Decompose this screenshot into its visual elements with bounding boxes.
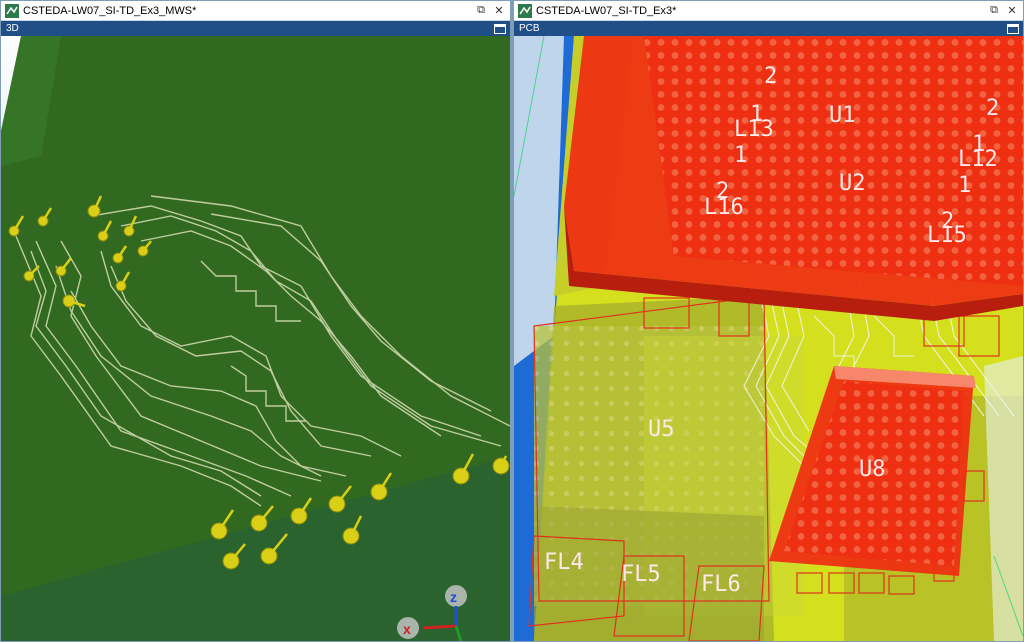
restore-icon[interactable]: ⧉ [987,4,1001,18]
close-icon[interactable]: ✕ [492,4,506,18]
label-fl4: FL4 [544,550,584,575]
close-icon[interactable]: ✕ [1005,4,1019,18]
label-fl6: FL6 [701,572,741,597]
pin-label: 2 [986,96,999,121]
window-title: CSTEDA-LW07_SI-TD_Ex3* [536,4,677,17]
label-u2: U2 [839,171,866,196]
pin-label: 1 [734,143,747,168]
app-icon [518,3,532,18]
window-title: CSTEDA-LW07_SI-TD_Ex3_MWS* [23,4,197,17]
pin-label: 1 [958,173,971,198]
title-bar[interactable]: CSTEDA-LW07_SI-TD_Ex3* ⧉ ✕ [514,1,1023,21]
restore-icon[interactable]: ⧉ [474,4,488,18]
label-u8: U8 [859,457,886,482]
view-tab-bar: PCB [514,21,1023,36]
window-3d[interactable]: CSTEDA-LW07_SI-TD_Ex3_MWS* ⧉ ✕ 3D z x [0,0,511,642]
label-fl5: FL5 [621,562,661,587]
label-l15: L15 [927,223,967,248]
label-u1: U1 [829,103,856,128]
pin-label: 2 [764,64,777,89]
label-u5: U5 [648,417,675,442]
axis-x-label: x [403,621,411,637]
view-tab-bar: 3D [1,21,510,36]
axis-z-label: z [450,589,457,605]
3d-viewport[interactable]: z x y [1,36,510,641]
maximize-icon[interactable] [494,23,506,34]
label-l16: L16 [704,195,744,220]
view-tab-pcb[interactable]: PCB [519,23,1007,34]
maximize-icon[interactable] [1007,23,1019,34]
pcb-viewport[interactable]: 2 1 L13 1 U1 2 1 L12 1 U2 2 L16 2 L15 U5… [514,36,1023,641]
view-tab-3d[interactable]: 3D [6,23,494,34]
label-l12: L12 [958,147,998,172]
window-pcb[interactable]: CSTEDA-LW07_SI-TD_Ex3* ⧉ ✕ PCB 2 1 L13 1… [513,0,1024,642]
title-bar[interactable]: CSTEDA-LW07_SI-TD_Ex3_MWS* ⧉ ✕ [1,1,510,21]
label-l13: L13 [734,117,774,142]
app-icon [5,3,19,18]
